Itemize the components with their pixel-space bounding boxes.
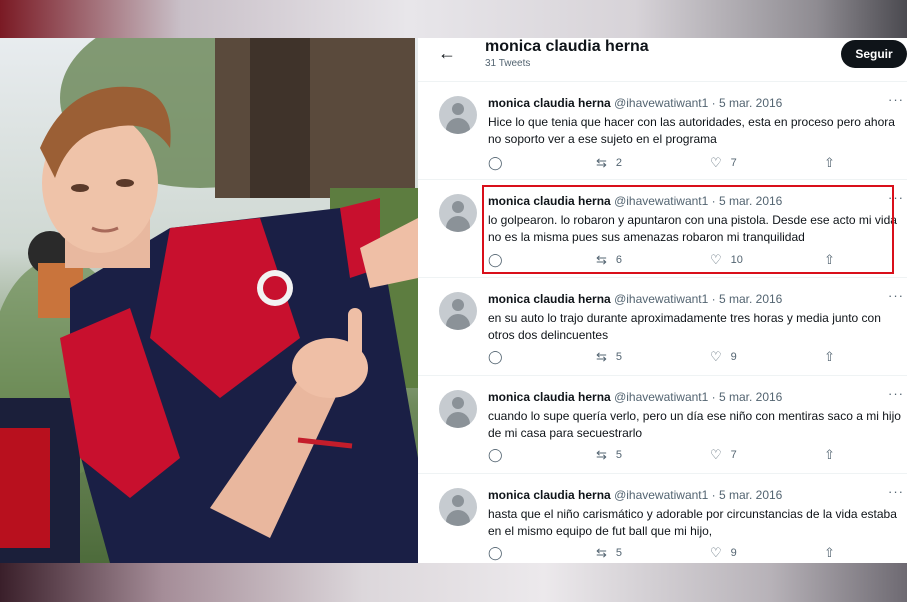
retweet-count: 5 bbox=[615, 449, 623, 461]
retweet-button[interactable]: ⇆ 5 bbox=[596, 447, 622, 463]
avatar[interactable] bbox=[439, 292, 477, 330]
tweet-item[interactable]: monica claudia herna @ihavewatiwant1 · 5… bbox=[418, 277, 907, 375]
more-icon[interactable]: ··· bbox=[888, 288, 904, 303]
player-photo bbox=[0, 38, 418, 563]
top-blur-band bbox=[0, 0, 907, 38]
like-button[interactable]: ♡ 9 bbox=[710, 545, 737, 561]
retweet-icon: ⇆ bbox=[596, 447, 607, 462]
tweet-actions: ◯ ⇆ 5 ♡ 9 ⇧ bbox=[488, 545, 902, 563]
retweet-icon: ⇆ bbox=[596, 545, 607, 560]
tweet-item[interactable]: monica claudia herna @ihavewatiwant1 · 5… bbox=[418, 375, 907, 473]
like-count: 9 bbox=[730, 351, 737, 363]
tweet-handle[interactable]: @ihavewatiwant1 bbox=[614, 292, 708, 306]
share-button[interactable]: ⇧ bbox=[824, 155, 844, 171]
retweet-button[interactable]: ⇆ 5 bbox=[596, 545, 622, 561]
tweet-date[interactable]: · 5 mar. 2016 bbox=[712, 390, 783, 404]
tweet-author-name[interactable]: monica claudia herna bbox=[488, 488, 611, 502]
retweet-button[interactable]: ⇆ 2 bbox=[596, 155, 622, 171]
tweet-date[interactable]: · 5 mar. 2016 bbox=[712, 96, 783, 110]
back-arrow-icon[interactable]: ← bbox=[438, 43, 456, 64]
more-icon[interactable]: ··· bbox=[888, 92, 904, 107]
avatar[interactable] bbox=[439, 194, 477, 232]
tweet-author-name[interactable]: monica claudia herna bbox=[488, 96, 611, 110]
retweet-button[interactable]: ⇆ 5 bbox=[596, 349, 622, 365]
like-count: 9 bbox=[730, 547, 737, 559]
tweet-handle[interactable]: @ihavewatiwant1 bbox=[614, 96, 708, 110]
reply-button[interactable]: ◯ bbox=[488, 545, 512, 561]
reply-icon: ◯ bbox=[488, 349, 503, 364]
retweet-count: 5 bbox=[615, 351, 623, 363]
twitter-profile-panel: ← monica claudia herna 31 Tweets Seguir … bbox=[418, 38, 907, 563]
retweet-icon: ⇆ bbox=[596, 155, 607, 170]
reply-icon: ◯ bbox=[488, 155, 503, 170]
tweet-author-name[interactable]: monica claudia herna bbox=[488, 390, 611, 404]
tweet-item[interactable]: monica claudia herna @ihavewatiwant1 · 5… bbox=[418, 81, 907, 179]
follow-button[interactable]: Seguir bbox=[841, 40, 907, 68]
heart-icon: ♡ bbox=[710, 545, 722, 560]
heart-icon: ♡ bbox=[710, 155, 722, 170]
share-button[interactable]: ⇧ bbox=[824, 349, 844, 365]
like-count: 7 bbox=[730, 157, 737, 169]
like-button[interactable]: ♡ 9 bbox=[710, 349, 737, 365]
avatar[interactable] bbox=[439, 96, 477, 134]
like-button[interactable]: ♡ 7 bbox=[710, 447, 737, 463]
reply-icon: ◯ bbox=[488, 545, 503, 560]
heart-icon: ♡ bbox=[710, 349, 722, 364]
reply-button[interactable]: ◯ bbox=[488, 155, 512, 171]
tweet-handle[interactable]: @ihavewatiwant1 bbox=[614, 488, 708, 502]
share-icon: ⇧ bbox=[824, 545, 835, 560]
tweet-actions: ◯ ⇆ 2 ♡ 7 ⇧ bbox=[488, 155, 902, 173]
tweet-date[interactable]: · 5 mar. 2016 bbox=[712, 488, 783, 502]
more-icon[interactable]: ··· bbox=[888, 386, 904, 401]
more-icon[interactable]: ··· bbox=[888, 484, 904, 499]
tweet-date[interactable]: · 5 mar. 2016 bbox=[712, 292, 783, 306]
tweet-item[interactable]: monica claudia herna @ihavewatiwant1 · 5… bbox=[418, 473, 907, 563]
heart-icon: ♡ bbox=[710, 447, 722, 462]
tweet-text: hasta que el niño carismático y adorable… bbox=[488, 507, 897, 538]
avatar[interactable] bbox=[439, 488, 477, 526]
tweet-author-name[interactable]: monica claudia herna bbox=[488, 292, 611, 306]
tweet-text: en su auto lo trajo durante aproximadame… bbox=[488, 311, 881, 342]
share-icon: ⇧ bbox=[824, 155, 835, 170]
share-icon: ⇧ bbox=[824, 447, 835, 462]
reply-icon: ◯ bbox=[488, 447, 503, 462]
tweet-text: cuando lo supe quería verlo, pero un día… bbox=[488, 409, 901, 440]
tweet-actions: ◯ ⇆ 5 ♡ 9 ⇧ bbox=[488, 349, 902, 367]
tweet-handle[interactable]: @ihavewatiwant1 bbox=[614, 390, 708, 404]
profile-name: monica claudia herna bbox=[485, 38, 649, 55]
profile-header: ← monica claudia herna 31 Tweets Seguir bbox=[418, 38, 907, 76]
share-icon: ⇧ bbox=[824, 349, 835, 364]
avatar[interactable] bbox=[439, 390, 477, 428]
tweet-text: Hice lo que tenia que hacer con las auto… bbox=[488, 115, 895, 146]
share-button[interactable]: ⇧ bbox=[824, 447, 844, 463]
tweet-actions: ◯ ⇆ 5 ♡ 7 ⇧ bbox=[488, 447, 902, 465]
reply-button[interactable]: ◯ bbox=[488, 349, 512, 365]
like-button[interactable]: ♡ 7 bbox=[710, 155, 737, 171]
bottom-blur-band bbox=[0, 563, 907, 602]
retweet-icon: ⇆ bbox=[596, 349, 607, 364]
tweet-count: 31 Tweets bbox=[485, 58, 531, 69]
reply-button[interactable]: ◯ bbox=[488, 447, 512, 463]
retweet-count: 2 bbox=[615, 157, 623, 169]
photo-panel bbox=[0, 38, 418, 563]
highlight-box bbox=[482, 185, 894, 274]
like-count: 7 bbox=[730, 449, 737, 461]
share-button[interactable]: ⇧ bbox=[824, 545, 844, 561]
retweet-count: 5 bbox=[615, 547, 623, 559]
